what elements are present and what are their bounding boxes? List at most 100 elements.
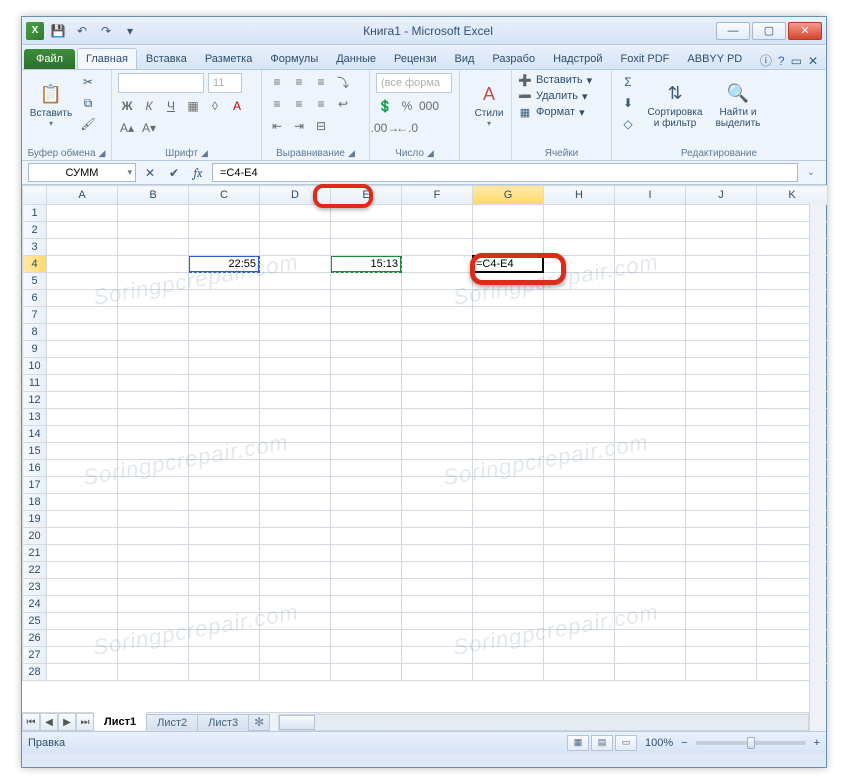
cell-B20[interactable] [118, 528, 189, 545]
cell-H13[interactable] [544, 409, 615, 426]
cell-C14[interactable] [189, 426, 260, 443]
cell-D22[interactable] [260, 562, 331, 579]
cell-G16[interactable] [473, 460, 544, 477]
cell-F24[interactable] [402, 596, 473, 613]
cell-G12[interactable] [473, 392, 544, 409]
cell-G5[interactable] [473, 273, 544, 290]
cell-I27[interactable] [615, 647, 686, 664]
close-button[interactable]: ✕ [788, 22, 822, 40]
zoom-slider-thumb[interactable] [747, 737, 755, 749]
cell-J17[interactable] [686, 477, 757, 494]
zoom-out-icon[interactable]: − [681, 737, 687, 749]
cell-J14[interactable] [686, 426, 757, 443]
cell-G11[interactable] [473, 375, 544, 392]
cell-H6[interactable] [544, 290, 615, 307]
cell-F26[interactable] [402, 630, 473, 647]
cell-G28[interactable] [473, 664, 544, 681]
cell-D19[interactable] [260, 511, 331, 528]
cell-F27[interactable] [402, 647, 473, 664]
alignment-dialog-icon[interactable]: ◢ [348, 148, 355, 158]
sheet-tab-2[interactable]: Лист2 [146, 714, 198, 731]
cell-I6[interactable] [615, 290, 686, 307]
workbook-restore-icon[interactable]: ▭ [791, 54, 802, 68]
cell-A11[interactable] [47, 375, 118, 392]
cell-D14[interactable] [260, 426, 331, 443]
zoom-in-icon[interactable]: + [814, 737, 820, 749]
column-header-J[interactable]: J [686, 186, 757, 205]
cell-G26[interactable] [473, 630, 544, 647]
cell-B1[interactable] [118, 205, 189, 222]
cell-F17[interactable] [402, 477, 473, 494]
cell-F3[interactable] [402, 239, 473, 256]
cell-B11[interactable] [118, 375, 189, 392]
cell-A21[interactable] [47, 545, 118, 562]
font-size-input[interactable]: 11 [208, 73, 242, 93]
maximize-button[interactable]: ▢ [752, 22, 786, 40]
cell-H2[interactable] [544, 222, 615, 239]
cell-G6[interactable] [473, 290, 544, 307]
cell-H4[interactable] [544, 256, 615, 273]
cell-D28[interactable] [260, 664, 331, 681]
cell-J13[interactable] [686, 409, 757, 426]
cell-F1[interactable] [402, 205, 473, 222]
cell-B23[interactable] [118, 579, 189, 596]
cell-D26[interactable] [260, 630, 331, 647]
cell-G3[interactable] [473, 239, 544, 256]
cell-G21[interactable] [473, 545, 544, 562]
number-dialog-icon[interactable]: ◢ [427, 148, 434, 158]
cell-I23[interactable] [615, 579, 686, 596]
cell-D10[interactable] [260, 358, 331, 375]
cell-D25[interactable] [260, 613, 331, 630]
autosum-icon[interactable]: Σ [618, 73, 638, 91]
cell-J10[interactable] [686, 358, 757, 375]
column-header-D[interactable]: D [260, 186, 331, 205]
cell-A19[interactable] [47, 511, 118, 528]
cell-F13[interactable] [402, 409, 473, 426]
cell-E26[interactable] [331, 630, 402, 647]
cell-A25[interactable] [47, 613, 118, 630]
cell-B15[interactable] [118, 443, 189, 460]
cell-I5[interactable] [615, 273, 686, 290]
align-top-icon[interactable]: ≡ [268, 73, 286, 91]
cell-I16[interactable] [615, 460, 686, 477]
cell-J18[interactable] [686, 494, 757, 511]
cell-E3[interactable] [331, 239, 402, 256]
align-left-icon[interactable]: ≡ [268, 95, 286, 113]
bold-icon[interactable]: Ж [118, 97, 136, 115]
cell-H15[interactable] [544, 443, 615, 460]
cell-B21[interactable] [118, 545, 189, 562]
cell-D21[interactable] [260, 545, 331, 562]
clipboard-dialog-icon[interactable]: ◢ [99, 148, 106, 158]
cell-A8[interactable] [47, 324, 118, 341]
cell-B27[interactable] [118, 647, 189, 664]
decrease-indent-icon[interactable]: ⇤ [268, 117, 286, 135]
cell-F12[interactable] [402, 392, 473, 409]
cell-H25[interactable] [544, 613, 615, 630]
cell-A6[interactable] [47, 290, 118, 307]
formula-input[interactable]: =C4-E4 [212, 163, 798, 182]
cell-G9[interactable] [473, 341, 544, 358]
cell-J23[interactable] [686, 579, 757, 596]
row-header-28[interactable]: 28 [23, 664, 47, 681]
row-header-22[interactable]: 22 [23, 562, 47, 579]
tab-foxit[interactable]: Foxit PDF [612, 48, 679, 69]
tab-review[interactable]: Рецензи [385, 48, 446, 69]
cell-E10[interactable] [331, 358, 402, 375]
cell-I18[interactable] [615, 494, 686, 511]
row-header-4[interactable]: 4 [23, 256, 47, 273]
cell-D13[interactable] [260, 409, 331, 426]
cell-E13[interactable] [331, 409, 402, 426]
cell-H24[interactable] [544, 596, 615, 613]
cell-E17[interactable] [331, 477, 402, 494]
sheet-nav-first-icon[interactable]: ⏮ [22, 713, 40, 731]
qat-dropdown-icon[interactable]: ▾ [120, 21, 140, 41]
cell-H20[interactable] [544, 528, 615, 545]
cell-B4[interactable] [118, 256, 189, 273]
cell-E24[interactable] [331, 596, 402, 613]
cell-H14[interactable] [544, 426, 615, 443]
insert-cells-button[interactable]: ➕Вставить ▾ [518, 73, 605, 87]
cell-F7[interactable] [402, 307, 473, 324]
cell-E27[interactable] [331, 647, 402, 664]
cell-B19[interactable] [118, 511, 189, 528]
cell-D11[interactable] [260, 375, 331, 392]
